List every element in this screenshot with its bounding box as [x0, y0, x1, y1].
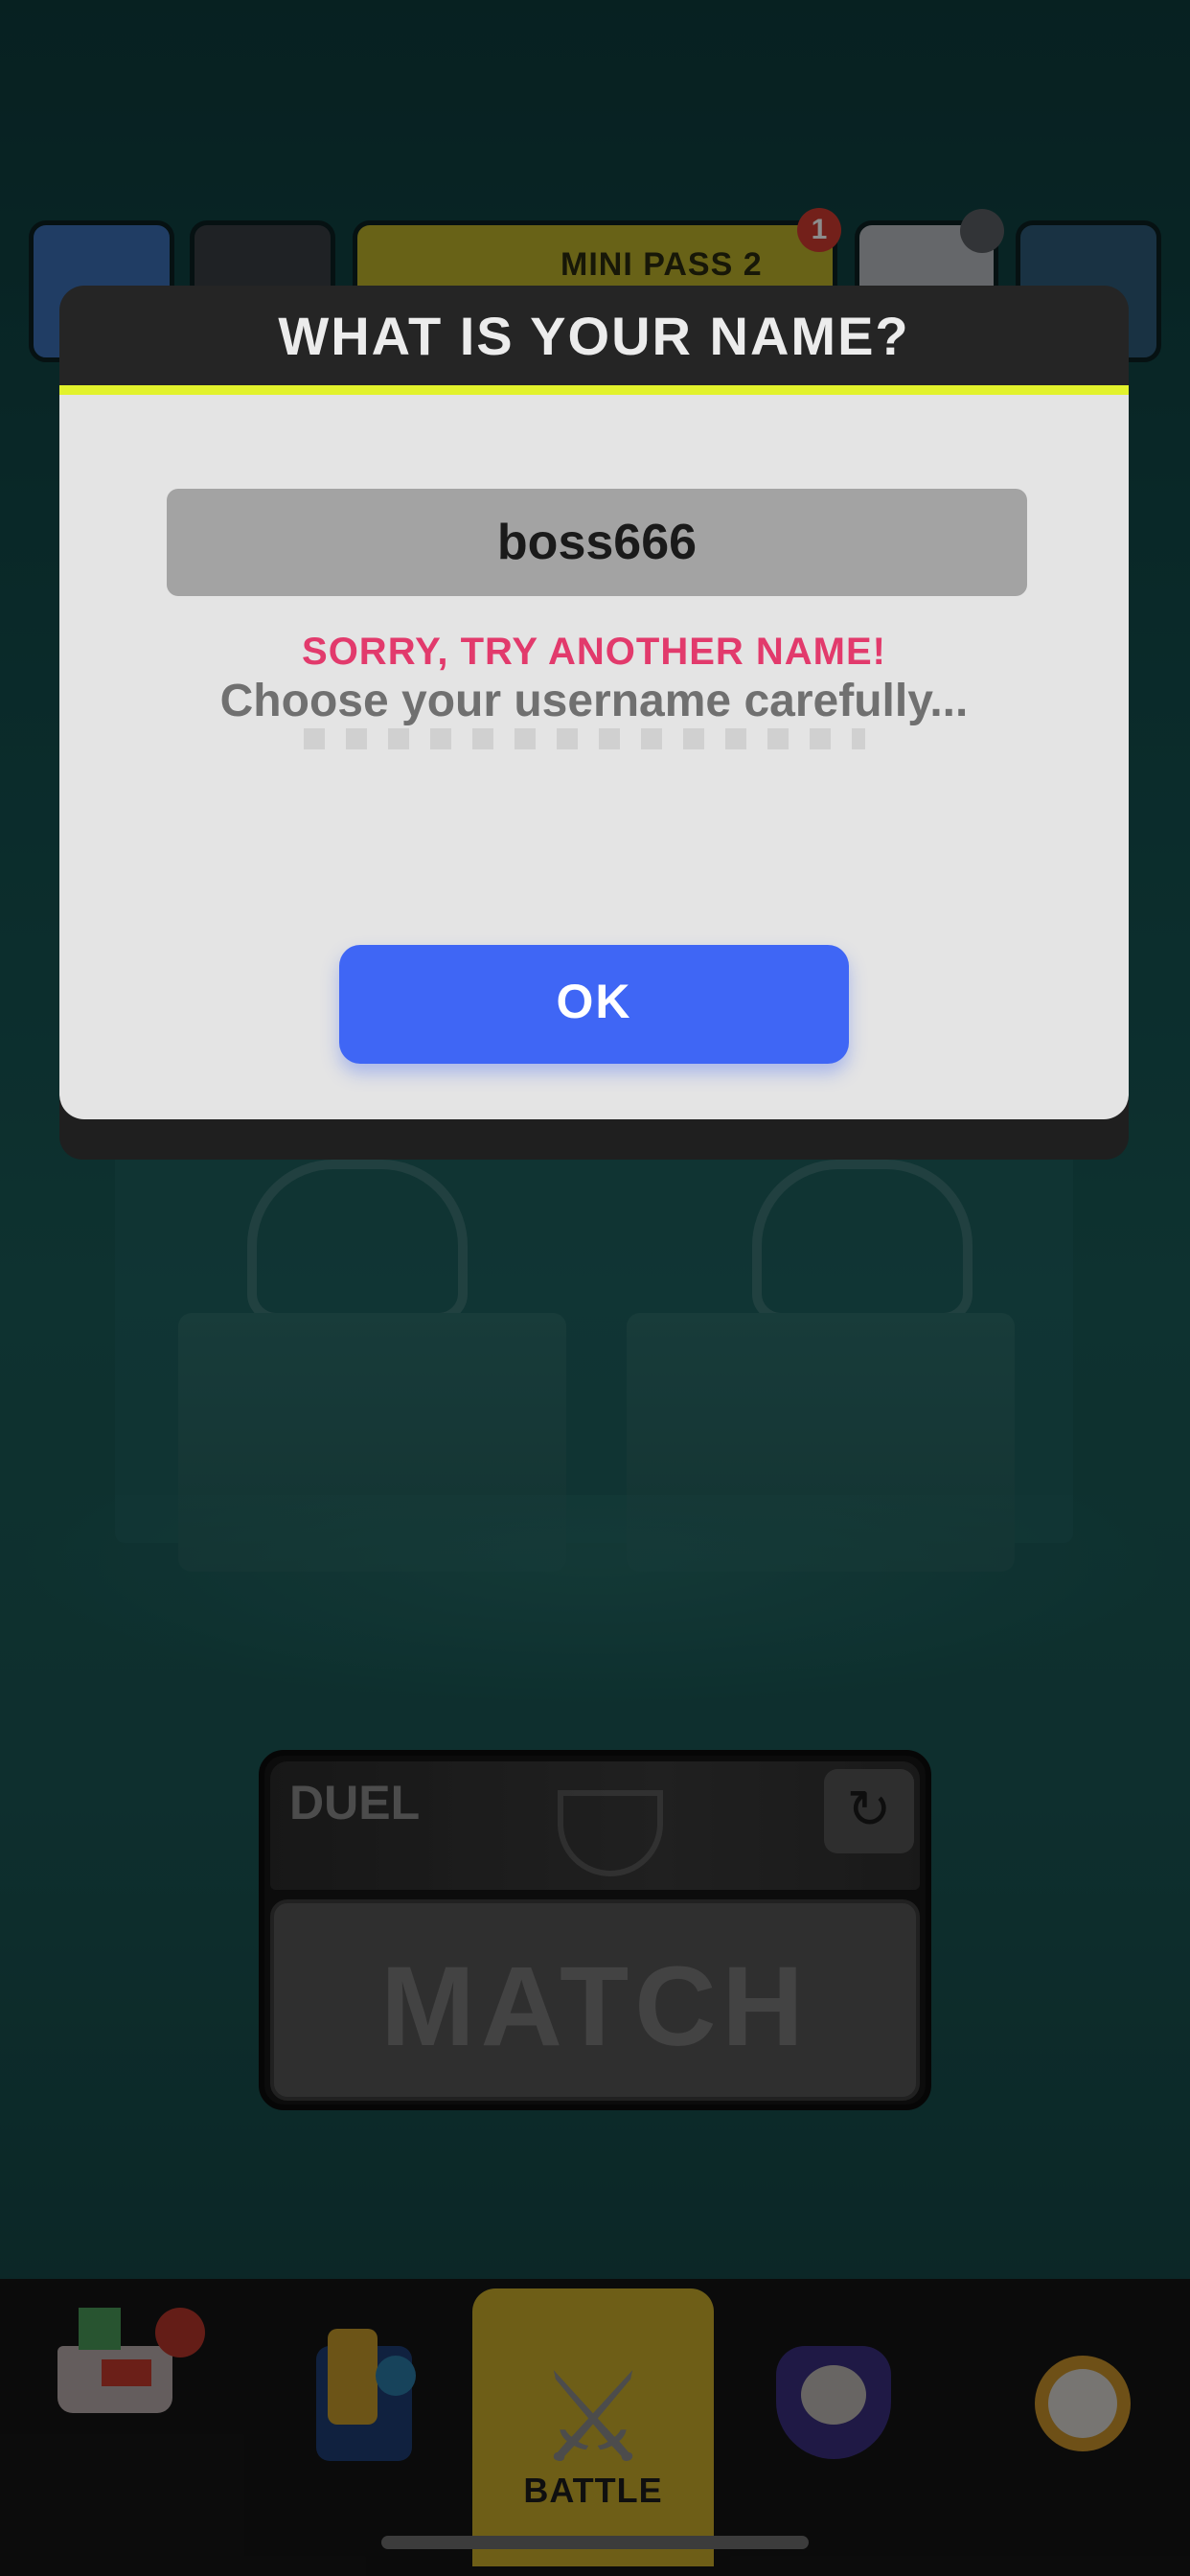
dialog-header: WHAT IS YOUR NAME?	[59, 286, 1129, 385]
ok-button[interactable]: OK	[339, 945, 849, 1064]
username-input[interactable]: boss666	[167, 489, 1027, 596]
hint-text: Choose your username carefully...	[219, 676, 969, 726]
error-message: SORRY, TRY ANOTHER NAME!	[302, 631, 886, 673]
header-accent-line	[59, 385, 1129, 395]
dialog-title: WHAT IS YOUR NAME?	[278, 306, 910, 366]
dialog-body: boss666 SORRY, TRY ANOTHER NAME! Choose …	[59, 395, 1129, 1119]
name-dialog: WHAT IS YOUR NAME? boss666 SORRY, TRY AN…	[59, 286, 1129, 1162]
decorative-dashes	[304, 728, 865, 749]
ok-label: OK	[556, 975, 632, 1028]
